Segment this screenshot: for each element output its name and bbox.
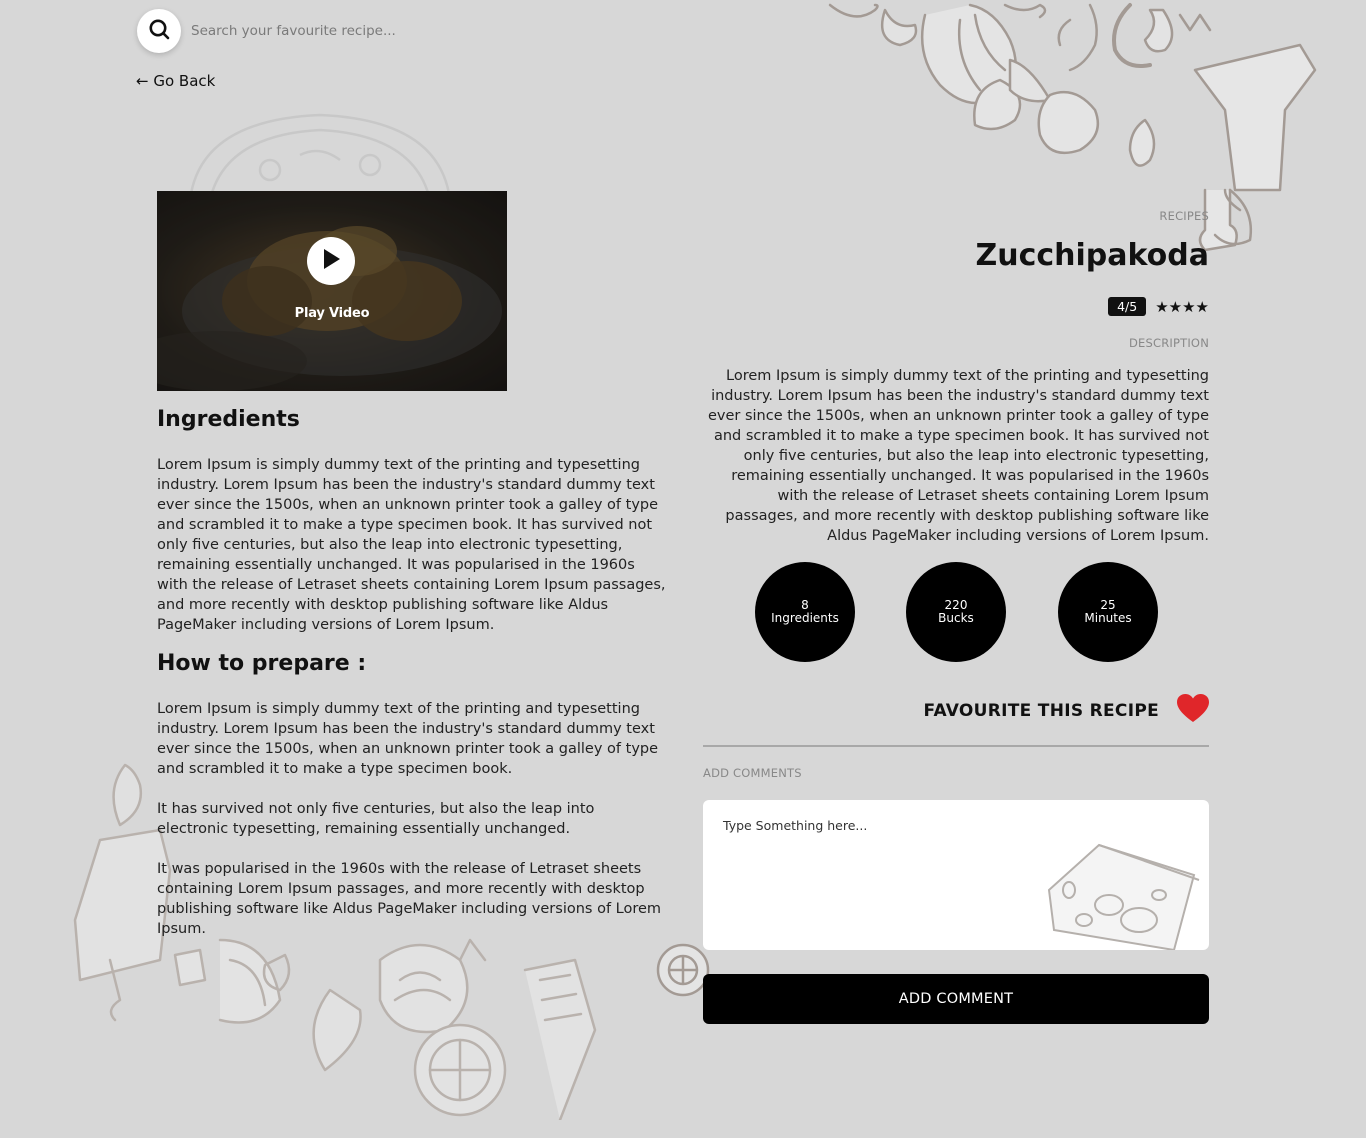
star-icon: ★ bbox=[1195, 297, 1209, 316]
stat-label: Ingredients bbox=[771, 611, 839, 625]
search-button[interactable] bbox=[137, 9, 181, 53]
add-comments-label: ADD COMMENTS bbox=[703, 766, 802, 780]
play-video-label: Play Video bbox=[294, 306, 370, 321]
recipe-title: Zucchipakoda bbox=[975, 238, 1209, 273]
rating-stars: ★ ★ ★ ★ bbox=[1155, 298, 1209, 316]
food-doodle-pizza bbox=[180, 110, 460, 200]
favourite-recipe-button[interactable]: FAVOURITE THIS RECIPE bbox=[923, 694, 1209, 727]
recipe-rating: 4/5 ★ ★ ★ ★ bbox=[1108, 297, 1209, 316]
stat-label: Minutes bbox=[1084, 611, 1132, 625]
prepare-paragraph: It was popularised in the 1960s with the… bbox=[157, 861, 662, 937]
video-player[interactable]: Play Video bbox=[157, 191, 507, 391]
favourite-label: FAVOURITE THIS RECIPE bbox=[923, 700, 1159, 721]
comment-box bbox=[703, 800, 1209, 950]
star-icon: ★ bbox=[1155, 297, 1169, 316]
video-overlay bbox=[157, 191, 507, 391]
section-divider bbox=[703, 745, 1209, 747]
recipe-description: Lorem Ipsum is simply dummy text of the … bbox=[707, 368, 1209, 544]
prepare-heading: How to prepare : bbox=[157, 651, 367, 676]
search-icon bbox=[148, 18, 170, 44]
food-doodle-top-right bbox=[810, 0, 1330, 270]
comment-input[interactable] bbox=[703, 800, 1209, 950]
search-bar bbox=[137, 9, 491, 53]
ingredients-paragraph: Lorem Ipsum is simply dummy text of the … bbox=[157, 457, 666, 633]
stat-time: 25 Minutes bbox=[1058, 562, 1158, 662]
ingredients-heading: Ingredients bbox=[157, 407, 300, 432]
prepare-text: Lorem Ipsum is simply dummy text of the … bbox=[157, 699, 667, 939]
recipes-category-label: RECIPES bbox=[1159, 209, 1209, 223]
stat-cost: 220 Bucks bbox=[906, 562, 1006, 662]
add-comment-button[interactable]: ADD COMMENT bbox=[703, 974, 1209, 1024]
prepare-paragraph: Lorem Ipsum is simply dummy text of the … bbox=[157, 701, 659, 777]
stat-ingredients: 8 Ingredients bbox=[755, 562, 855, 662]
stat-label: Bucks bbox=[938, 611, 974, 625]
go-back-link[interactable]: ← Go Back bbox=[136, 72, 215, 90]
description-label: DESCRIPTION bbox=[1128, 336, 1209, 350]
play-button[interactable] bbox=[307, 237, 355, 285]
prepare-paragraph: It has survived not only five centuries,… bbox=[157, 801, 595, 837]
ingredients-text: Lorem Ipsum is simply dummy text of the … bbox=[157, 455, 667, 635]
star-icon: ★ bbox=[1168, 297, 1183, 316]
search-input[interactable] bbox=[191, 23, 491, 39]
heart-icon[interactable] bbox=[1177, 694, 1209, 727]
star-icon: ★ bbox=[1182, 297, 1196, 316]
play-icon bbox=[321, 248, 341, 274]
rating-badge: 4/5 bbox=[1108, 297, 1147, 316]
